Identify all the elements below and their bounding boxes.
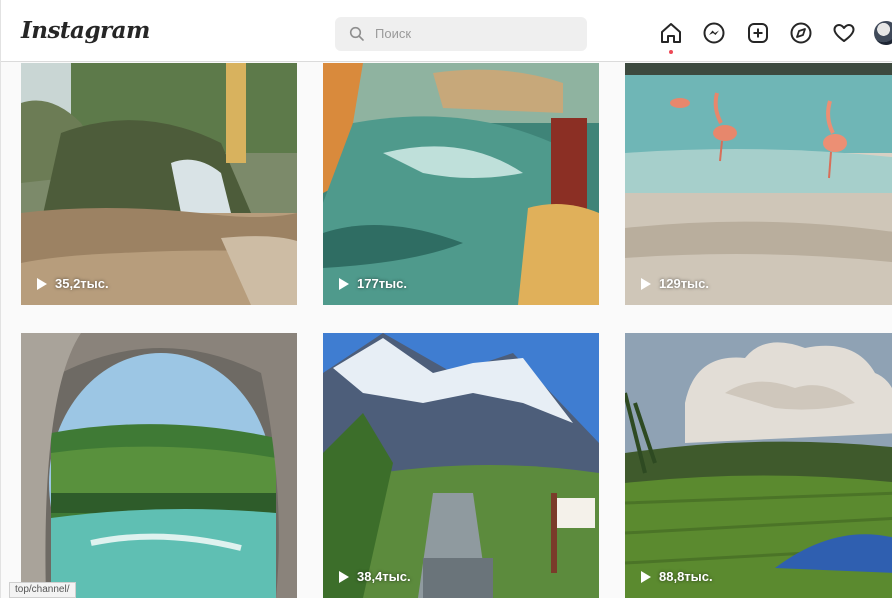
play-icon [339, 277, 349, 290]
search-icon [349, 26, 364, 41]
view-count: 35,2тыс. [37, 276, 109, 291]
volcano-rice-field-photo [625, 333, 892, 598]
post-tile-volcano-rice-field[interactable]: 88,8тыс. [625, 333, 892, 598]
play-icon [641, 277, 651, 290]
water-park-photo [323, 63, 599, 305]
tunnel-river-photo [21, 333, 297, 598]
post-tile-flamingo-beach[interactable]: 129тыс. [625, 63, 892, 305]
view-count-label: 177тыс. [357, 276, 408, 291]
view-count: 177тыс. [339, 276, 407, 291]
top-navigation-bar: Instagram Поиск [1, 0, 892, 62]
view-count-label: 35,2тыс. [55, 276, 109, 291]
play-icon [641, 570, 651, 583]
explore-icon[interactable] [788, 20, 814, 46]
view-count-label: 129тыс. [659, 276, 710, 291]
view-count-label: 38,4тыс. [357, 569, 411, 584]
view-count: 129тыс. [641, 276, 709, 291]
post-tile-water-park[interactable]: 177тыс. [323, 63, 599, 305]
post-tile-waterfall[interactable]: 35,2тыс. [21, 63, 297, 305]
view-count: 38,4тыс. [339, 569, 411, 584]
flamingo-beach-photo [625, 63, 892, 305]
home-icon[interactable] [658, 20, 684, 46]
view-count: 88,8тыс. [641, 569, 713, 584]
notification-dot [669, 50, 673, 54]
avatar[interactable] [874, 21, 892, 45]
post-tile-mountain-stairs[interactable]: 38,4тыс. [323, 333, 599, 598]
instagram-logo[interactable]: Instagram [21, 17, 150, 44]
play-icon [339, 570, 349, 583]
instagram-window: Instagram Поиск 35,2тыс. 177тыс. 129тыс.… [0, 0, 892, 598]
post-tile-tunnel-river[interactable] [21, 333, 297, 598]
view-count-label: 88,8тыс. [659, 569, 713, 584]
play-icon [37, 277, 47, 290]
search-placeholder: Поиск [375, 26, 412, 41]
status-bar-url: top/channel/ [9, 582, 76, 598]
activity-heart-icon[interactable] [831, 20, 857, 46]
mountain-stairs-photo [323, 333, 599, 598]
waterfall-photo [21, 63, 297, 305]
new-post-icon[interactable] [745, 20, 771, 46]
search-input[interactable]: Поиск [335, 17, 587, 51]
messenger-icon[interactable] [701, 20, 727, 46]
